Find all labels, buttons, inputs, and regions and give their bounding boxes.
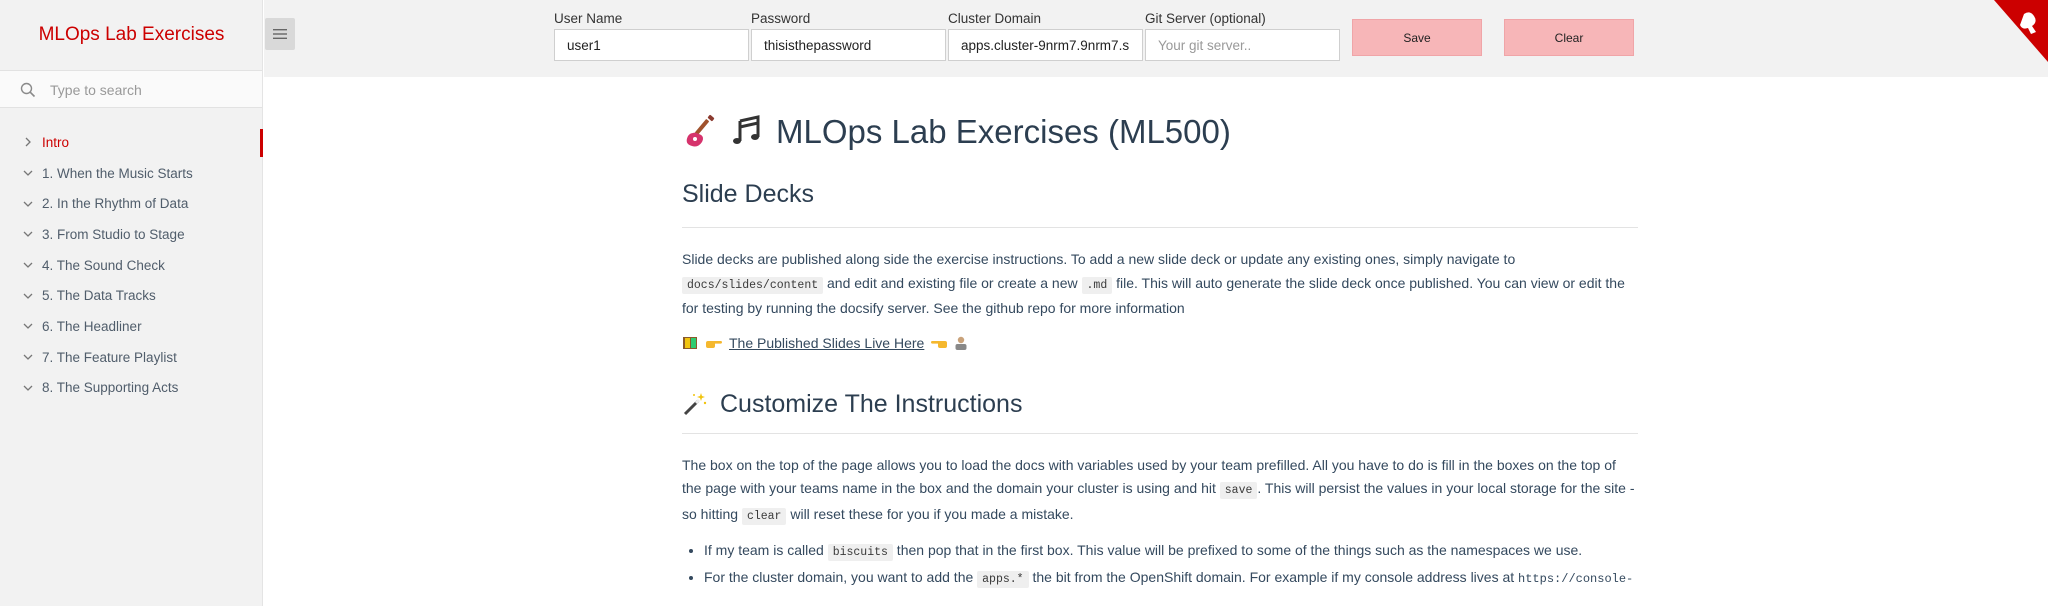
sidebar-item-label: 6. The Headliner	[42, 318, 142, 334]
sidebar-item-supporting-acts[interactable]: 8. The Supporting Acts	[0, 373, 263, 404]
chevron-down-icon	[14, 383, 42, 393]
git-server-label: Git Server (optional)	[1145, 11, 1266, 26]
pointing-left-icon	[931, 340, 948, 348]
sidebar-item-sound-check[interactable]: 4. The Sound Check	[0, 250, 263, 281]
list-item-text: If my team is called	[704, 542, 828, 558]
chevron-down-icon	[14, 260, 42, 270]
chevron-down-icon	[14, 321, 42, 331]
published-slides-row: The Published Slides Live Here	[682, 335, 1638, 351]
customize-heading: Customize The Instructions	[720, 389, 1023, 418]
chevron-down-icon	[14, 199, 42, 209]
search-icon	[20, 82, 36, 98]
sidebar-item-music-starts[interactable]: 1. When the Music Starts	[0, 158, 263, 189]
slide-decks-paragraph: Slide decks are published along side the…	[682, 248, 1638, 321]
paragraph-text: and edit and existing file or create a n…	[823, 274, 1082, 291]
git-server-field[interactable]	[1145, 29, 1340, 61]
guitar-icon	[686, 114, 715, 147]
sidebar-item-label: 7. The Feature Playlist	[42, 349, 177, 365]
save-button[interactable]: Save	[1352, 19, 1482, 56]
list-item-text: then pop that in the first box. This val…	[892, 542, 1583, 558]
sidebar-item-headliner[interactable]: 6. The Headliner	[0, 311, 263, 342]
divider	[682, 227, 1638, 228]
chevron-down-icon	[14, 352, 42, 362]
search-box	[0, 70, 262, 108]
page-title: MLOps Lab Exercises (ML500)	[776, 113, 1231, 150]
username-group: User Name	[554, 11, 749, 61]
cluster-domain-field[interactable]	[948, 29, 1143, 61]
music-notes-icon	[733, 115, 760, 144]
sidebar-item-label: Intro	[42, 134, 70, 150]
sidebar-item-label: 2. In the Rhythm of Data	[42, 196, 189, 212]
sidebar-item-rhythm-of-data[interactable]: 2. In the Rhythm of Data	[0, 188, 263, 219]
app-title[interactable]: MLOps Lab Exercises	[0, 0, 263, 70]
chevron-right-icon	[14, 137, 42, 147]
sidebar-item-label: 1. When the Music Starts	[42, 165, 193, 181]
password-field[interactable]	[751, 29, 946, 61]
clear-button[interactable]: Clear	[1504, 19, 1634, 56]
list-item: If my team is called biscuits then pop t…	[704, 538, 1638, 565]
sidebar-item-intro[interactable]: Intro	[0, 127, 263, 158]
main-content: MLOps Lab Exercises (ML500) Slide Decks …	[682, 104, 1638, 592]
inline-code-team: biscuits	[827, 544, 893, 561]
published-slides-link[interactable]: The Published Slides Live Here	[729, 335, 924, 351]
inline-code-clear: clear	[741, 507, 787, 525]
sidebar-item-label: 8. The Supporting Acts	[42, 380, 179, 396]
chevron-down-icon	[14, 229, 42, 239]
cluster-domain-label: Cluster Domain	[948, 11, 1042, 26]
username-field[interactable]	[554, 29, 749, 61]
sidebar-item-data-tracks[interactable]: 5. The Data Tracks	[0, 280, 263, 311]
paragraph-text: will reset these for you if you made a m…	[786, 505, 1074, 522]
customize-list: If my team is called biscuits then pop t…	[682, 538, 1638, 592]
sidebar-item-label: 5. The Data Tracks	[42, 288, 156, 304]
hamburger-icon	[273, 29, 287, 39]
variables-bar: User Name Password Cluster Domain Git Se…	[264, 0, 2048, 77]
inline-code-apps: apps.*	[977, 571, 1029, 588]
inline-code-save: save	[1219, 482, 1258, 499]
redhat-corner-icon[interactable]	[1978, 0, 2048, 62]
inline-code-path: docs/slides/content	[682, 276, 824, 294]
paragraph-text: Slide decks are published along side the…	[682, 251, 1516, 267]
inline-code-md: .md	[1081, 276, 1113, 294]
chevron-down-icon	[14, 291, 42, 301]
password-group: Password	[751, 11, 946, 61]
slide-decks-heading: Slide Decks	[682, 180, 814, 208]
list-item: For the cluster domain, you want to add …	[704, 565, 1638, 592]
magic-wand-icon	[683, 393, 707, 416]
customize-heading-row: Customize The Instructions	[682, 390, 1638, 419]
person-icon	[955, 336, 967, 350]
sidebar-item-feature-playlist[interactable]: 7. The Feature Playlist	[0, 342, 263, 373]
cluster-domain-group: Cluster Domain	[948, 11, 1143, 61]
sidebar: MLOps Lab Exercises Intro 1. When the Mu…	[0, 0, 263, 606]
menu-toggle-button[interactable]	[265, 18, 295, 50]
list-item-text: the bit from the OpenShift domain. For e…	[1028, 569, 1519, 585]
sidebar-item-label: 3. From Studio to Stage	[42, 226, 185, 242]
sidebar-nav: Intro 1. When the Music Starts 2. In the…	[0, 127, 263, 403]
book-icon	[683, 336, 697, 349]
username-label: User Name	[554, 11, 623, 26]
pointing-right-icon	[706, 340, 722, 348]
list-item-text: For the cluster domain, you want to add …	[704, 569, 978, 585]
page-title-row: MLOps Lab Exercises (ML500)	[682, 104, 1638, 160]
git-server-group: Git Server (optional)	[1145, 11, 1340, 61]
search-input[interactable]	[48, 77, 252, 103]
sidebar-item-label: 4. The Sound Check	[42, 257, 165, 273]
sidebar-item-studio-to-stage[interactable]: 3. From Studio to Stage	[0, 219, 263, 250]
customize-paragraph: The box on the top of the page allows yo…	[682, 454, 1638, 529]
password-label: Password	[751, 11, 811, 26]
divider	[682, 432, 1638, 434]
console-url: https://console-	[1518, 572, 1634, 586]
chevron-down-icon	[14, 168, 42, 178]
